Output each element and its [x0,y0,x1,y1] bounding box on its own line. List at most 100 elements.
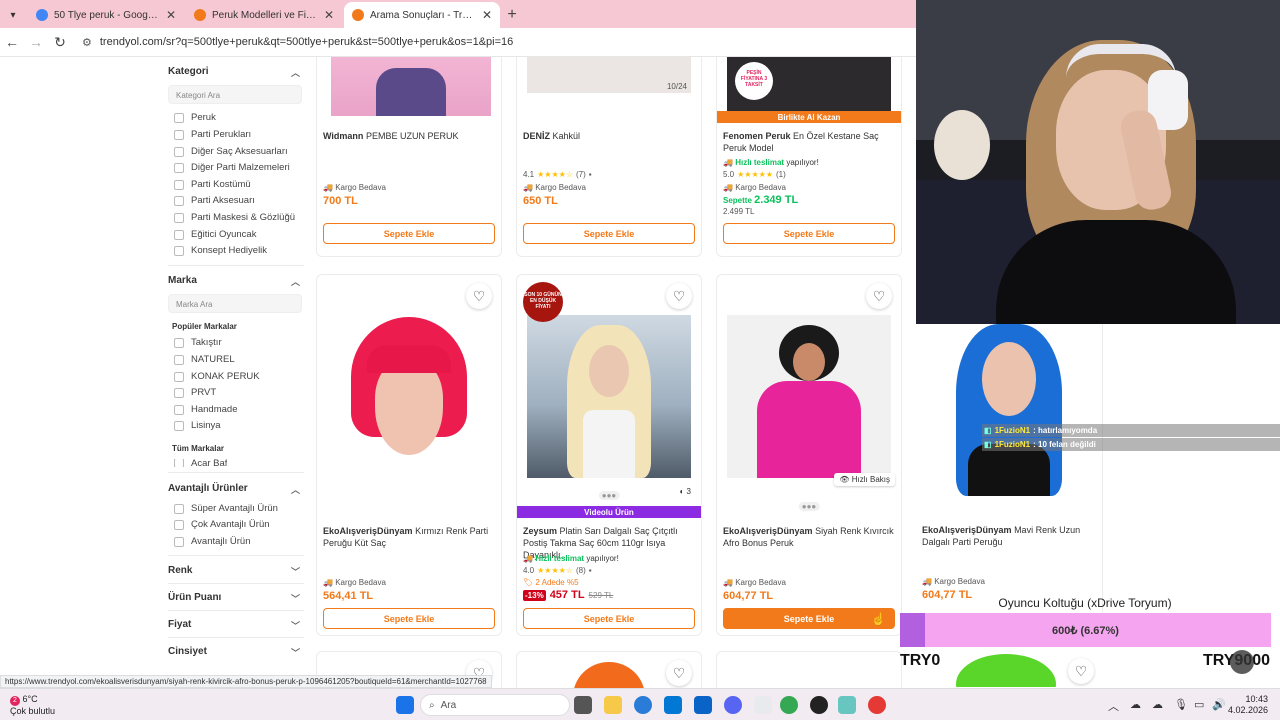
product-title[interactable]: Widmann PEMBE UZUN PERUK [323,130,495,142]
windows-start-icon[interactable] [396,696,414,714]
filter-option[interactable]: PRVT [174,387,216,398]
checkbox[interactable] [174,195,184,206]
quick-view-button[interactable]: 👁 Hızlı Bakış [834,473,895,486]
checkbox[interactable] [174,354,184,365]
checkbox[interactable] [174,179,184,190]
obs-icon[interactable] [810,696,828,714]
product-image[interactable] [327,315,491,495]
checkbox[interactable] [174,519,184,530]
new-tab-button[interactable]: + [500,2,524,28]
checkbox[interactable] [174,371,184,382]
filter-option[interactable]: KONAK PERUK [174,371,260,382]
filter-renk-header[interactable]: Renk ﹀ [168,565,304,577]
monitor-icon[interactable]: ▭ [1194,698,1204,711]
checkbox[interactable] [174,245,184,256]
checkbox[interactable] [174,459,184,467]
store-icon[interactable] [664,696,682,714]
network-tray-icon[interactable]: ☁ [1130,698,1141,711]
chrome-icon[interactable] [780,696,798,714]
checkbox[interactable] [174,503,184,514]
add-to-cart-button[interactable]: Sepete Ekle [723,223,895,244]
product-card[interactable]: 10/24 DENİZ Kahkül 4.1 ★★★★☆ (7) ▪ 🚚 Kargo … [516,57,702,257]
filter-avantajli-header[interactable]: Avantajlı Ürünler ︿ [168,483,304,495]
filter-option[interactable]: Diğer Saç Aksesuarları [174,146,288,157]
app-icon[interactable] [754,696,772,714]
tab-peruk-modelleri[interactable]: Peruk Modelleri ve Fiyatları - Tr ✕ [186,2,342,28]
filter-option[interactable]: NATUREL [174,354,235,365]
product-image[interactable] [946,324,1072,496]
system-clock[interactable]: 10:43 4.02.2026 [1228,694,1268,716]
filter-kategori-header[interactable]: Kategori ︿ [168,66,304,78]
tab-google[interactable]: 50 Tlye peruk - Google'da Ara ✕ [28,2,184,28]
favorite-heart-icon[interactable]: ♡ [866,283,892,309]
filter-option[interactable]: Takıştır [174,337,222,348]
filter-marka-header[interactable]: Marka ︿ [168,275,304,287]
file-explorer-icon[interactable] [604,696,622,714]
product-image[interactable] [331,57,491,116]
filter-option[interactable]: Süper Avantajlı Ürün [174,503,278,514]
add-to-cart-button[interactable]: Sepete Ekle [323,223,495,244]
product-image[interactable]: 10/24 [527,57,691,93]
product-card[interactable]: ♡ 👁 Hızlı Bakış ●●● EkoAlışverişDünyam S… [716,274,902,636]
filter-urun-puani-header[interactable]: Ürün Puanı ﹀ [168,592,304,604]
checkbox[interactable] [174,337,184,348]
close-icon[interactable]: ✕ [166,8,176,22]
filter-option[interactable]: Handmade [174,404,237,415]
checkbox[interactable] [174,112,184,123]
product-image[interactable] [727,315,891,478]
filter-option[interactable]: Acar Baf [174,459,227,467]
kategori-search-input[interactable]: Kategori Ara [168,85,302,104]
product-title[interactable]: DENİZ Kahkül [523,130,695,142]
discord-icon[interactable] [724,696,742,714]
favorite-heart-icon[interactable]: ♡ [666,660,692,686]
carousel-dots[interactable]: ●●● [798,502,820,511]
filter-option[interactable]: Parti Kostümü [174,179,251,190]
checkbox[interactable] [174,229,184,240]
filter-option[interactable]: Çok Avantajlı Ürün [174,519,270,530]
cloud-tray-icon[interactable]: ☁ [1152,698,1163,711]
settings-gear-icon[interactable] [838,696,856,714]
product-image[interactable] [527,315,691,478]
outlook-icon[interactable] [694,696,712,714]
product-card[interactable]: SON 10 GÜNÜN EN DÜŞÜK FİYATI ♡ ●●● ◐ 3 V… [516,274,702,636]
product-title[interactable]: Fenomen Peruk En Özel Kestane Saç Peruk … [723,130,895,154]
favorite-heart-icon[interactable]: ♡ [466,283,492,309]
checkbox[interactable] [174,129,184,140]
back-arrow-icon[interactable]: ← [0,34,24,50]
forward-arrow-icon[interactable]: → [24,34,48,50]
filter-option[interactable]: Diğer Parti Malzemeleri [174,162,290,173]
checkbox[interactable] [174,162,184,173]
filter-cinsiyet-header[interactable]: Cinsiyet ﹀ [168,646,304,658]
chevron-up-icon[interactable]: ︿ [1108,698,1119,714]
checkbox[interactable] [174,146,184,157]
product-image[interactable]: PEŞİN FİYATINA 3 TAKSİT [727,57,891,111]
filter-option[interactable]: Peruk [174,112,216,123]
favorite-heart-icon[interactable]: ♡ [666,283,692,309]
taskbar-search[interactable]: ⌕ Ara [420,694,570,716]
favorite-heart-icon[interactable]: ♡ [1068,658,1094,684]
add-to-cart-button[interactable]: Sepete Ekle [323,608,495,629]
filter-option[interactable]: Lisinya [174,420,221,431]
carousel-dots[interactable]: ●●● [598,491,620,500]
filter-fiyat-header[interactable]: Fiyat ﹀ [168,619,304,631]
reload-icon[interactable]: ↻ [48,34,72,51]
checkbox[interactable] [174,212,184,223]
product-title[interactable]: EkoAlışverişDünyam Siyah Renk Kıvırcık A… [723,525,895,549]
filter-option[interactable]: Parti Perukları [174,129,251,140]
add-to-cart-button[interactable]: Sepete Ekle [523,608,695,629]
filter-option[interactable]: Konsept Hediyelik [174,245,267,256]
product-card[interactable]: Widmann PEMBE UZUN PERUK 🚚 Kargo Bedava … [316,57,502,257]
product-card[interactable]: PEŞİN FİYATINA 3 TAKSİT Birlikte Al Kaza… [716,57,902,257]
media-player-icon[interactable] [868,696,886,714]
filter-option[interactable]: Avantajlı Ürün [174,536,251,547]
checkbox[interactable] [174,420,184,431]
marka-search-input[interactable]: Marka Ara [168,294,302,313]
tab-search-chevron-icon[interactable]: ▾ [0,2,26,28]
volume-icon[interactable]: 🔊 [1212,698,1226,711]
microphone-icon[interactable]: 🎙 [1174,698,1188,711]
checkbox[interactable] [174,404,184,415]
checkbox[interactable] [174,387,184,398]
product-title[interactable]: EkoAlışverişDünyam Mavi Renk Uzun Dalgal… [922,524,1092,548]
product-card[interactable]: ♡ EkoAlışverişDünyam Kırmızı Renk Parti … [316,274,502,636]
product-title[interactable]: EkoAlışverişDünyam Kırmızı Renk Parti Pe… [323,525,495,549]
